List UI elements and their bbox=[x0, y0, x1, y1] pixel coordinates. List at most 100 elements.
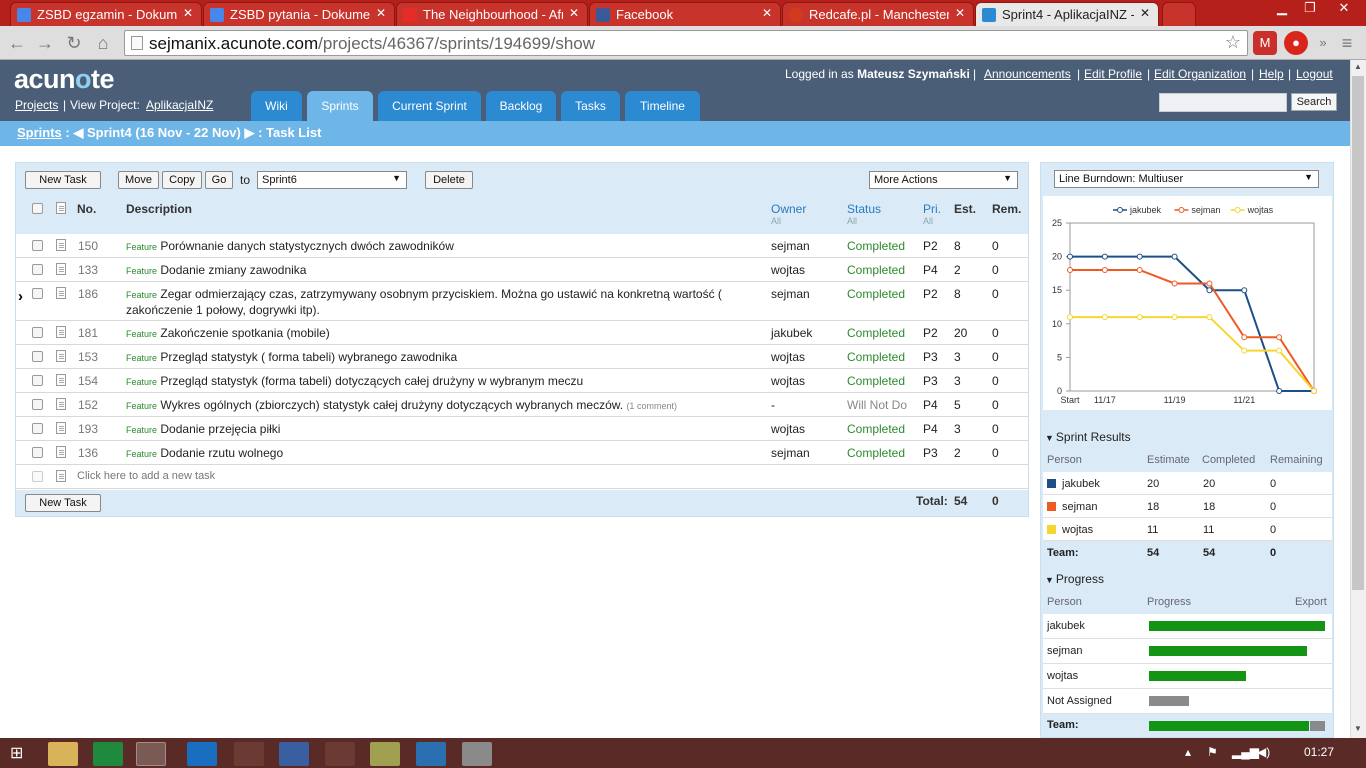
task-description[interactable]: Dodanie rzutu wolnego bbox=[160, 446, 283, 460]
close-icon[interactable]: ✕ bbox=[183, 6, 193, 20]
task-checkbox[interactable] bbox=[32, 240, 43, 251]
close-window-icon[interactable]: ✕ bbox=[1326, 0, 1362, 18]
col-owner[interactable]: Owner All bbox=[771, 202, 806, 226]
task-estimate[interactable]: 2 bbox=[954, 446, 961, 460]
task-checkbox[interactable] bbox=[32, 399, 43, 410]
restore-icon[interactable]: ❐ bbox=[1296, 0, 1324, 18]
excel-icon[interactable] bbox=[93, 742, 123, 766]
scroll-up-icon[interactable]: ▲ bbox=[1354, 62, 1362, 71]
sprint-results-toggle[interactable]: ▼ Sprint Results bbox=[1045, 430, 1131, 444]
task-row[interactable]: 152 Feature Wykres ogólnych (zbiorczych)… bbox=[16, 393, 1028, 417]
target-sprint-select[interactable]: Sprint6 ▼ bbox=[257, 171, 407, 189]
task-checkbox[interactable] bbox=[32, 375, 43, 386]
windows-start-icon[interactable]: ⊞ bbox=[10, 743, 23, 763]
search-input[interactable] bbox=[1159, 93, 1287, 112]
burndown-type-select[interactable]: Line Burndown: Multiuser ▼ bbox=[1054, 170, 1319, 188]
delete-button[interactable]: Delete bbox=[425, 171, 473, 189]
col-remaining[interactable]: Rem. bbox=[992, 202, 1021, 216]
go-button[interactable]: Go bbox=[205, 171, 233, 189]
task-remaining[interactable]: 0 bbox=[992, 374, 999, 388]
notes-icon[interactable] bbox=[56, 374, 66, 386]
task-description[interactable]: Porównanie danych statystycznych dwóch z… bbox=[160, 239, 453, 253]
task-remaining[interactable]: 0 bbox=[992, 239, 999, 253]
task-status[interactable]: Completed bbox=[847, 350, 905, 364]
tab-current-sprint[interactable]: Current Sprint bbox=[378, 91, 481, 121]
task-owner[interactable]: wojtas bbox=[771, 374, 805, 388]
extensions-overflow-icon[interactable]: » bbox=[1312, 32, 1334, 54]
projects-link[interactable]: Projects bbox=[15, 98, 58, 112]
task-row[interactable]: 133 Feature Dodanie zmiany zawodnika woj… bbox=[16, 258, 1028, 282]
tab-tasks[interactable]: Tasks bbox=[561, 91, 620, 121]
task-owner[interactable]: sejman bbox=[771, 239, 810, 253]
task-priority[interactable]: P4 bbox=[923, 398, 938, 412]
add-task-row[interactable]: Click here to add a new task bbox=[16, 465, 1028, 489]
browser-tab[interactable]: Redcafe.pl - Manchester ✕ bbox=[782, 2, 974, 26]
col-priority[interactable]: Pri. All bbox=[923, 202, 941, 226]
tab-timeline[interactable]: Timeline bbox=[625, 91, 700, 121]
address-bar[interactable]: sejmanix.acunote.com/projects/46367/spri… bbox=[124, 30, 1248, 56]
action-center-icon[interactable]: ⚑ bbox=[1207, 745, 1218, 759]
comment-count-link[interactable]: (1 comment) bbox=[626, 401, 677, 411]
chrome-icon[interactable] bbox=[136, 742, 166, 766]
task-estimate[interactable]: 3 bbox=[954, 350, 961, 364]
task-status[interactable]: Will Not Do bbox=[847, 398, 907, 412]
close-icon[interactable]: ✕ bbox=[1140, 6, 1150, 20]
browser-tab[interactable]: ZSBD pytania - Dokument ✕ bbox=[203, 2, 395, 26]
task-row[interactable]: 181 Feature Zakończenie spotkania (mobil… bbox=[16, 321, 1028, 345]
project-link[interactable]: AplikacjaINZ bbox=[146, 98, 213, 112]
notepad-icon[interactable] bbox=[370, 742, 400, 766]
announcements-link[interactable]: Announcements bbox=[984, 67, 1071, 81]
browser-tab[interactable]: The Neighbourhood - Afr ✕ bbox=[396, 2, 588, 26]
task-status[interactable]: Completed bbox=[847, 239, 905, 253]
task-owner[interactable]: wojtas bbox=[771, 263, 805, 277]
col-description[interactable]: Description bbox=[126, 202, 192, 216]
task-estimate[interactable]: 8 bbox=[954, 287, 961, 301]
pri-filter-all[interactable]: All bbox=[923, 216, 941, 226]
edit-profile-link[interactable]: Edit Profile bbox=[1084, 67, 1142, 81]
scroll-down-icon[interactable]: ▼ bbox=[1354, 724, 1362, 733]
task-owner[interactable]: sejman bbox=[771, 446, 810, 460]
task-estimate[interactable]: 3 bbox=[954, 374, 961, 388]
notes-icon[interactable] bbox=[56, 263, 66, 275]
bookmark-star-icon[interactable]: ☆ bbox=[1225, 32, 1241, 53]
task-status[interactable]: Completed bbox=[847, 374, 905, 388]
breadcrumb-sprints-link[interactable]: Sprints bbox=[17, 125, 62, 140]
tray-expand-icon[interactable]: ▴ bbox=[1185, 745, 1191, 759]
task-owner[interactable]: wojtas bbox=[771, 350, 805, 364]
task-priority[interactable]: P4 bbox=[923, 263, 938, 277]
export-link[interactable]: Export bbox=[1295, 596, 1327, 608]
task-checkbox[interactable] bbox=[32, 423, 43, 434]
tab-backlog[interactable]: Backlog bbox=[486, 91, 556, 121]
task-estimate[interactable]: 5 bbox=[954, 398, 961, 412]
close-icon[interactable]: ✕ bbox=[376, 6, 386, 20]
menu-icon[interactable]: ≡ bbox=[1336, 32, 1358, 54]
tab-wiki[interactable]: Wiki bbox=[251, 91, 302, 121]
clock[interactable]: 01:27 bbox=[1304, 745, 1334, 759]
close-icon[interactable]: ✕ bbox=[569, 6, 579, 20]
task-estimate[interactable]: 2 bbox=[954, 263, 961, 277]
task-row[interactable]: 150 Feature Porównanie danych statystycz… bbox=[16, 234, 1028, 258]
task-status[interactable]: Completed bbox=[847, 287, 905, 301]
task-remaining[interactable]: 0 bbox=[992, 326, 999, 340]
task-priority[interactable]: P4 bbox=[923, 422, 938, 436]
close-icon[interactable]: ✕ bbox=[762, 6, 772, 20]
task-description[interactable]: Dodanie przejęcia piłki bbox=[160, 422, 280, 436]
task-remaining[interactable]: 0 bbox=[992, 422, 999, 436]
task-description[interactable]: Zegar odmierzający czas, zatrzymywany os… bbox=[126, 287, 722, 317]
outlook-icon[interactable] bbox=[187, 742, 217, 766]
minimize-icon[interactable]: ▁ bbox=[1268, 0, 1296, 18]
task-description[interactable]: Wykres ogólnych (zbiorczych) statystyk c… bbox=[160, 398, 623, 412]
col-status[interactable]: Status All bbox=[847, 202, 881, 226]
search-button[interactable]: Search bbox=[1291, 93, 1337, 111]
col-estimate[interactable]: Est. bbox=[954, 202, 976, 216]
task-priority[interactable]: P2 bbox=[923, 326, 938, 340]
notes-icon[interactable] bbox=[56, 422, 66, 434]
task-estimate[interactable]: 8 bbox=[954, 239, 961, 253]
status-filter-all[interactable]: All bbox=[847, 216, 881, 226]
logout-link[interactable]: Logout bbox=[1296, 67, 1333, 81]
task-remaining[interactable]: 0 bbox=[992, 350, 999, 364]
task-row[interactable]: 136 Feature Dodanie rzutu wolnego sejman… bbox=[16, 441, 1028, 465]
task-remaining[interactable]: 0 bbox=[992, 446, 999, 460]
task-priority[interactable]: P3 bbox=[923, 374, 938, 388]
progress-toggle[interactable]: ▼ Progress bbox=[1045, 572, 1104, 586]
